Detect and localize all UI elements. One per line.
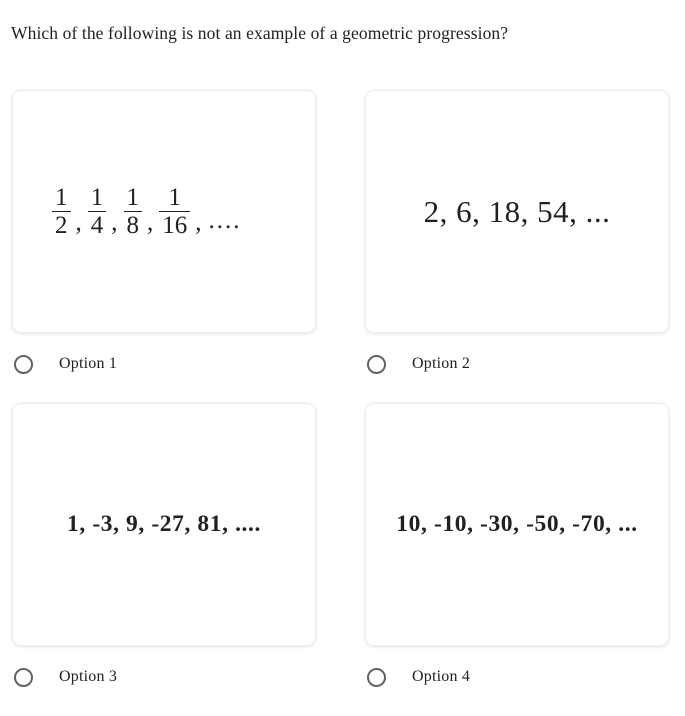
options-grid: 1 2 , 1 4 , 1 8 , 1 16 , .... Option 1 2… (0, 90, 685, 716)
fraction-1-denominator: 2 (52, 211, 71, 239)
radio-button-option-2[interactable] (367, 354, 386, 374)
radio-label-option-2: Option 2 (412, 355, 471, 372)
option-cell-3: 1, -3, 9, -27, 81, .... Option 3 (12, 403, 316, 694)
option-card-4[interactable]: 10, -10, -30, -50, -70, ... (365, 403, 669, 646)
sequence-text-2: 2, 6, 18, 54, ... (423, 193, 611, 229)
option-cell-1: 1 2 , 1 4 , 1 8 , 1 16 , .... Option 1 (12, 90, 316, 381)
fraction-separator-1: , (75, 208, 82, 236)
fraction-4-numerator: 1 (168, 183, 182, 211)
fraction-1-numerator: 1 (55, 183, 68, 211)
option-card-4-content: 10, -10, -30, -50, -70, ... (366, 511, 668, 538)
fraction-1: 1 2 (51, 183, 72, 239)
radio-label-option-1: Option 1 (59, 355, 118, 372)
option-cell-2: 2, 6, 18, 54, ... Option 2 (365, 90, 669, 381)
radio-button-option-1[interactable] (14, 354, 33, 374)
fraction-separator-4: , (195, 208, 202, 236)
option-radio-row-3[interactable]: Option 3 (12, 660, 316, 694)
radio-button-option-4[interactable] (367, 667, 386, 687)
option-radio-row-1[interactable]: Option 1 (12, 347, 316, 381)
sequence-text-3: 1, -3, 9, -27, 81, .... (67, 511, 261, 537)
fraction-separator-3: , (147, 208, 154, 236)
option-card-2[interactable]: 2, 6, 18, 54, ... (365, 90, 669, 333)
fraction-2-numerator: 1 (90, 183, 104, 211)
sequence-text-4: 10, -10, -30, -50, -70, ... (396, 511, 638, 537)
option-card-1[interactable]: 1 2 , 1 4 , 1 8 , 1 16 , .... (12, 90, 316, 333)
fraction-2: 1 4 (87, 183, 108, 239)
option-card-3-content: 1, -3, 9, -27, 81, .... (13, 511, 315, 538)
fraction-3: 1 8 (123, 183, 144, 239)
option-card-3[interactable]: 1, -3, 9, -27, 81, .... (12, 403, 316, 646)
fraction-3-denominator: 8 (123, 211, 142, 239)
options-row-2: 1, -3, 9, -27, 81, .... Option 3 10, -10… (0, 403, 685, 694)
fraction-4: 1 16 (158, 183, 191, 239)
options-row-1: 1 2 , 1 4 , 1 8 , 1 16 , .... Option 1 2… (0, 90, 685, 381)
option-cell-4: 10, -10, -30, -50, -70, ... Option 4 (365, 403, 669, 694)
option-card-2-content: 2, 6, 18, 54, ... (366, 194, 668, 230)
option-card-1-content: 1 2 , 1 4 , 1 8 , 1 16 , .... (13, 183, 315, 239)
radio-label-option-3: Option 3 (59, 668, 118, 685)
fraction-trailing-ellipsis: .... (208, 206, 242, 234)
option-radio-row-4[interactable]: Option 4 (365, 660, 669, 694)
fraction-sequence: 1 2 , 1 4 , 1 8 , 1 16 , .... (51, 183, 242, 239)
fraction-2-denominator: 4 (87, 211, 107, 239)
fraction-separator-2: , (111, 208, 118, 236)
radio-button-option-3[interactable] (14, 667, 33, 687)
radio-label-option-4: Option 4 (412, 668, 471, 685)
question-text: Which of the following is not an example… (11, 23, 509, 43)
fraction-3-numerator: 1 (126, 183, 140, 211)
option-radio-row-2[interactable]: Option 2 (365, 347, 669, 381)
fraction-4-denominator: 16 (159, 211, 191, 239)
